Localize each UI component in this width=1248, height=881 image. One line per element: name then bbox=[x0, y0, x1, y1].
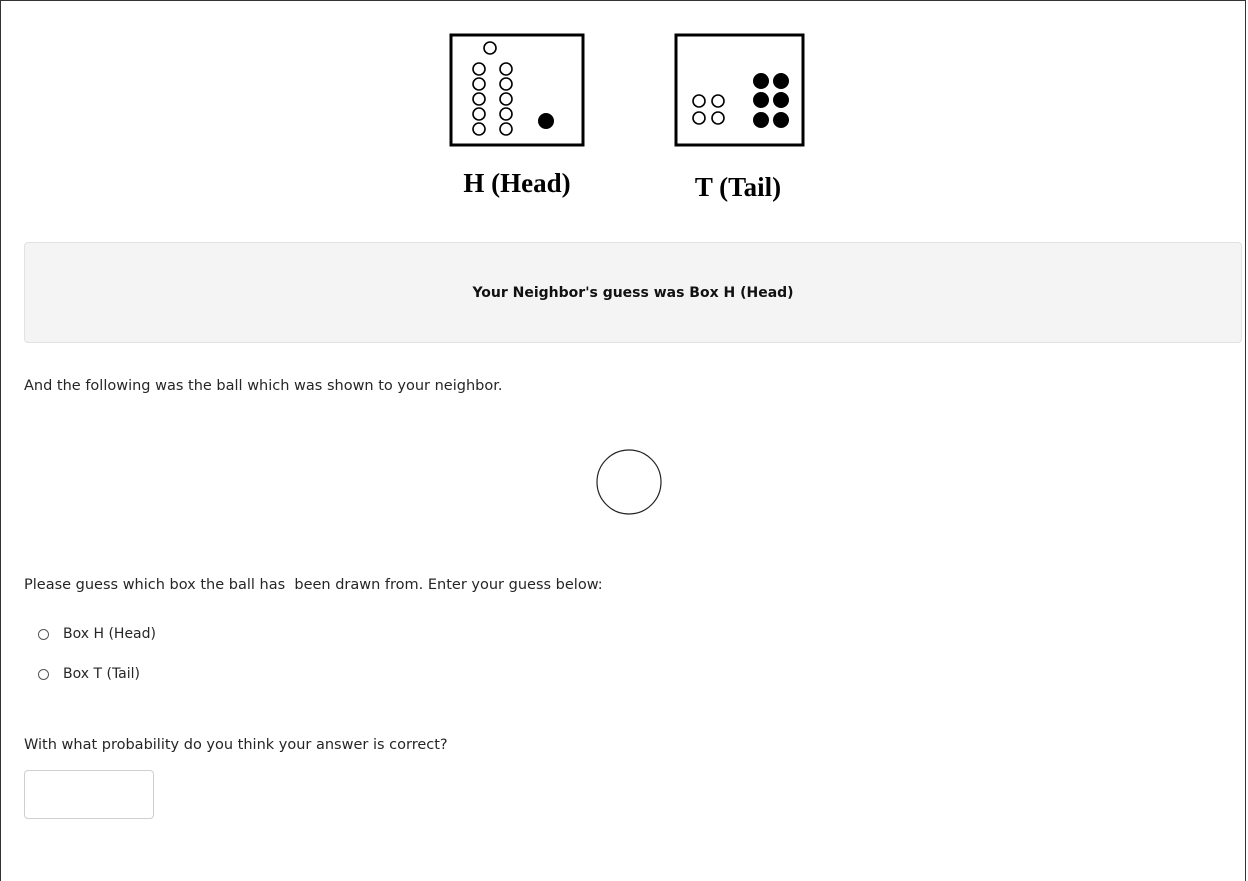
box-h-black-ball bbox=[538, 113, 554, 129]
radio-box-t[interactable] bbox=[38, 668, 49, 680]
ball-intro-text: And the following was the ball which was… bbox=[24, 378, 503, 394]
probability-prompt: With what probability do you think your … bbox=[24, 737, 448, 753]
option-box-h-label: Box H (Head) bbox=[63, 626, 156, 642]
radio-box-h[interactable] bbox=[38, 628, 49, 640]
box-h-caption: H (Head) bbox=[463, 168, 570, 198]
boxes-illustration: H (Head) T (Tail) bbox=[449, 33, 805, 202]
probability-input[interactable] bbox=[24, 770, 154, 819]
box-t-caption: T (Tail) bbox=[695, 172, 781, 202]
option-box-h[interactable]: Box H (Head) bbox=[38, 626, 156, 642]
neighbor-guess-banner: Your Neighbor's guess was Box H (Head) bbox=[24, 242, 1242, 343]
shown-ball bbox=[596, 449, 662, 515]
neighbor-guess-text: Your Neighbor's guess was Box H (Head) bbox=[472, 284, 794, 301]
option-box-t[interactable]: Box T (Tail) bbox=[38, 666, 140, 682]
guess-prompt: Please guess which box the ball has been… bbox=[24, 577, 603, 593]
option-box-t-label: Box T (Tail) bbox=[63, 666, 140, 682]
box-h bbox=[449, 33, 585, 147]
box-t bbox=[674, 33, 805, 147]
